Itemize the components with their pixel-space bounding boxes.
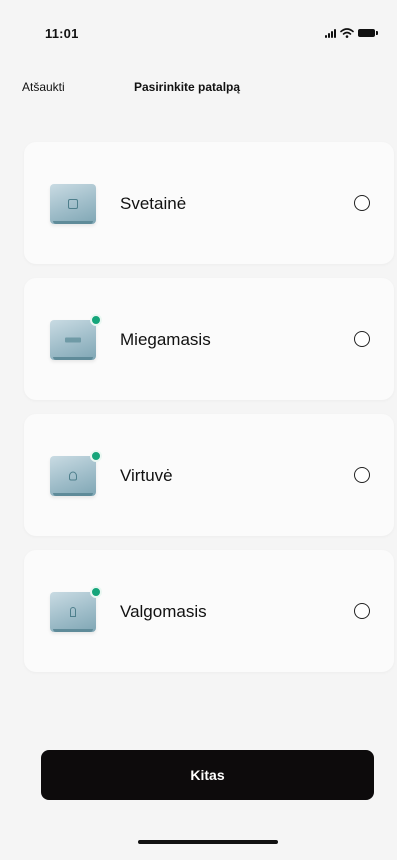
status-time: 11:01: [45, 26, 79, 41]
room-radio-svetaine[interactable]: [354, 195, 370, 211]
bedroom-glyph: [65, 337, 81, 343]
living-room-icon: [50, 184, 96, 224]
room-option-svetaine[interactable]: Svetainė: [24, 142, 394, 264]
room-radio-valgomasis[interactable]: [354, 603, 370, 619]
wifi-icon: [340, 28, 354, 38]
signal-icon: [325, 28, 336, 38]
dining-room-glyph: [70, 607, 76, 617]
room-list: Svetainė Miegamasis Virtuvė Valgomasis: [24, 142, 394, 686]
home-indicator: [138, 840, 278, 844]
room-radio-virtuve[interactable]: [354, 467, 370, 483]
status-bar: 11:01: [0, 0, 397, 62]
next-button[interactable]: Kitas: [41, 750, 374, 800]
cancel-button[interactable]: Atšaukti: [22, 80, 65, 94]
kitchen-glyph: [69, 471, 77, 481]
living-room-glyph: [68, 199, 78, 209]
room-selection-screen: 11:01 Atšaukti Pasirinkite patalpą Sveta…: [0, 0, 397, 860]
page-title: Pasirinkite patalpą: [134, 80, 241, 94]
room-name: Valgomasis: [120, 602, 207, 621]
room-option-miegamasis[interactable]: Miegamasis: [24, 278, 394, 400]
room-name: Miegamasis: [120, 330, 211, 349]
room-name: Virtuvė: [120, 466, 173, 485]
room-radio-miegamasis[interactable]: [354, 331, 370, 347]
kitchen-icon: [50, 450, 102, 496]
room-option-virtuve[interactable]: Virtuvė: [24, 414, 394, 536]
nav-header: Atšaukti Pasirinkite patalpą: [0, 70, 397, 106]
battery-icon: [358, 29, 378, 37]
room-option-valgomasis[interactable]: Valgomasis: [24, 550, 394, 672]
room-name: Svetainė: [120, 194, 187, 213]
status-icons: [325, 28, 378, 38]
status-badge: [90, 314, 102, 326]
dining-room-icon: [50, 586, 102, 632]
bedroom-icon: [50, 314, 102, 360]
status-badge: [90, 586, 102, 598]
status-badge: [90, 450, 102, 462]
